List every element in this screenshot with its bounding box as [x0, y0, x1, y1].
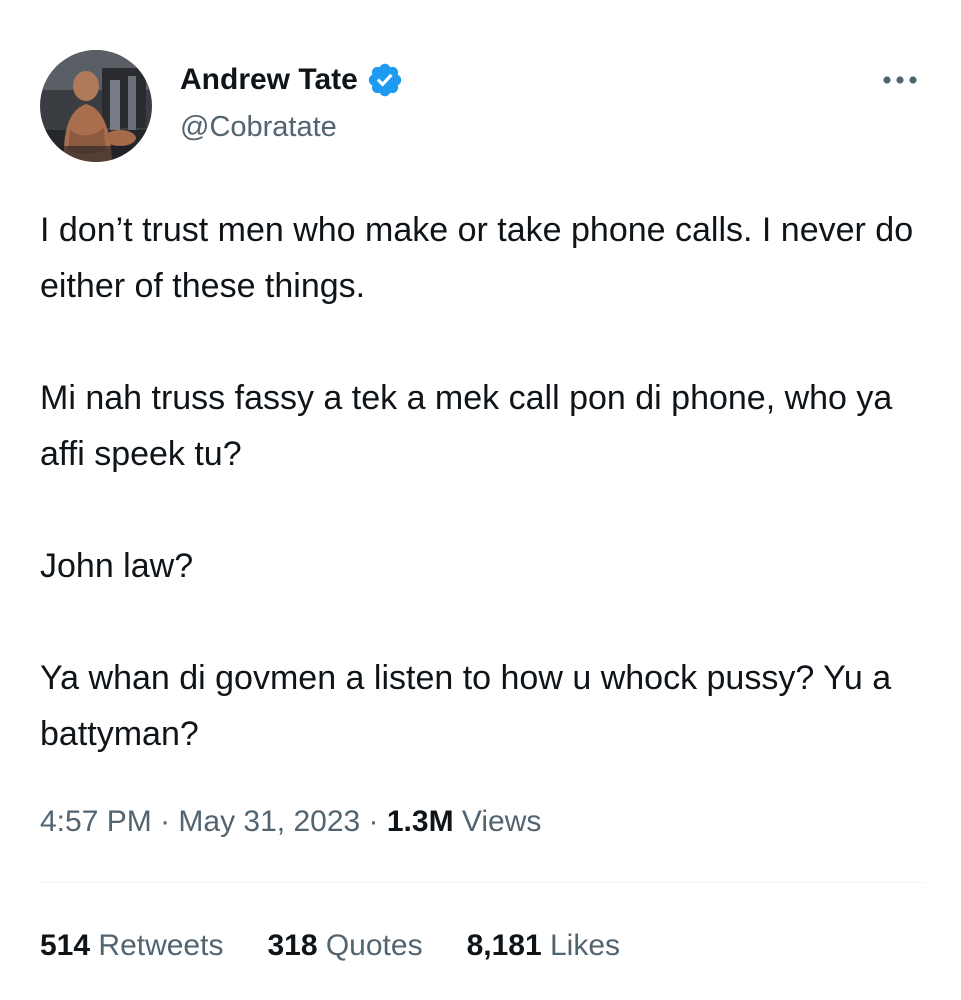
likes-link[interactable]: 8,181 Likes	[467, 926, 620, 966]
tweet-paragraph: Mi nah truss fassy a tek a mek call pon …	[40, 379, 893, 473]
likes-count[interactable]: 8,181	[467, 929, 542, 962]
author-handle[interactable]: @Cobratate	[180, 108, 337, 146]
engagement-stats: 514 Retweets 318 Quotes 8,181 Likes	[40, 926, 664, 966]
author-name-text[interactable]: Andrew Tate	[180, 60, 358, 100]
divider	[40, 882, 925, 883]
tweet-time[interactable]: 4:57 PM	[40, 805, 152, 838]
tweet-paragraph: Ya whan di govmen a listen to how u whoc…	[40, 659, 892, 753]
tweet-date[interactable]: May 31, 2023	[178, 805, 360, 838]
views-label: Views	[453, 805, 542, 838]
quotes-label[interactable]: Quotes	[318, 929, 423, 962]
more-horizontal-icon	[883, 76, 917, 84]
tweet-paragraph: John law?	[40, 547, 194, 585]
meta-separator: ·	[151, 805, 179, 838]
retweets-link[interactable]: 514 Retweets	[40, 926, 223, 966]
tweet-meta: 4:57 PM · May 31, 2023 · 1.3M Views	[40, 802, 541, 842]
tweet-text: I don’t trust men who make or take phone…	[40, 202, 925, 762]
tweet-paragraph: I don’t trust men who make or take phone…	[40, 211, 914, 305]
quotes-count[interactable]: 318	[267, 929, 317, 962]
meta-separator: ·	[360, 805, 387, 838]
avatar-photo	[40, 50, 152, 162]
quotes-link[interactable]: 318 Quotes	[267, 926, 422, 966]
author-avatar[interactable]	[40, 50, 152, 162]
retweets-label[interactable]: Retweets	[90, 929, 223, 962]
retweets-count[interactable]: 514	[40, 929, 90, 962]
more-options-button[interactable]	[874, 60, 926, 100]
likes-label[interactable]: Likes	[542, 929, 620, 962]
tweet-card: Andrew Tate @Cobratate I don’t trust men…	[0, 0, 961, 1000]
verified-badge-icon[interactable]	[366, 61, 404, 99]
author-name[interactable]: Andrew Tate	[180, 60, 404, 100]
views-count: 1.3M	[386, 805, 454, 838]
